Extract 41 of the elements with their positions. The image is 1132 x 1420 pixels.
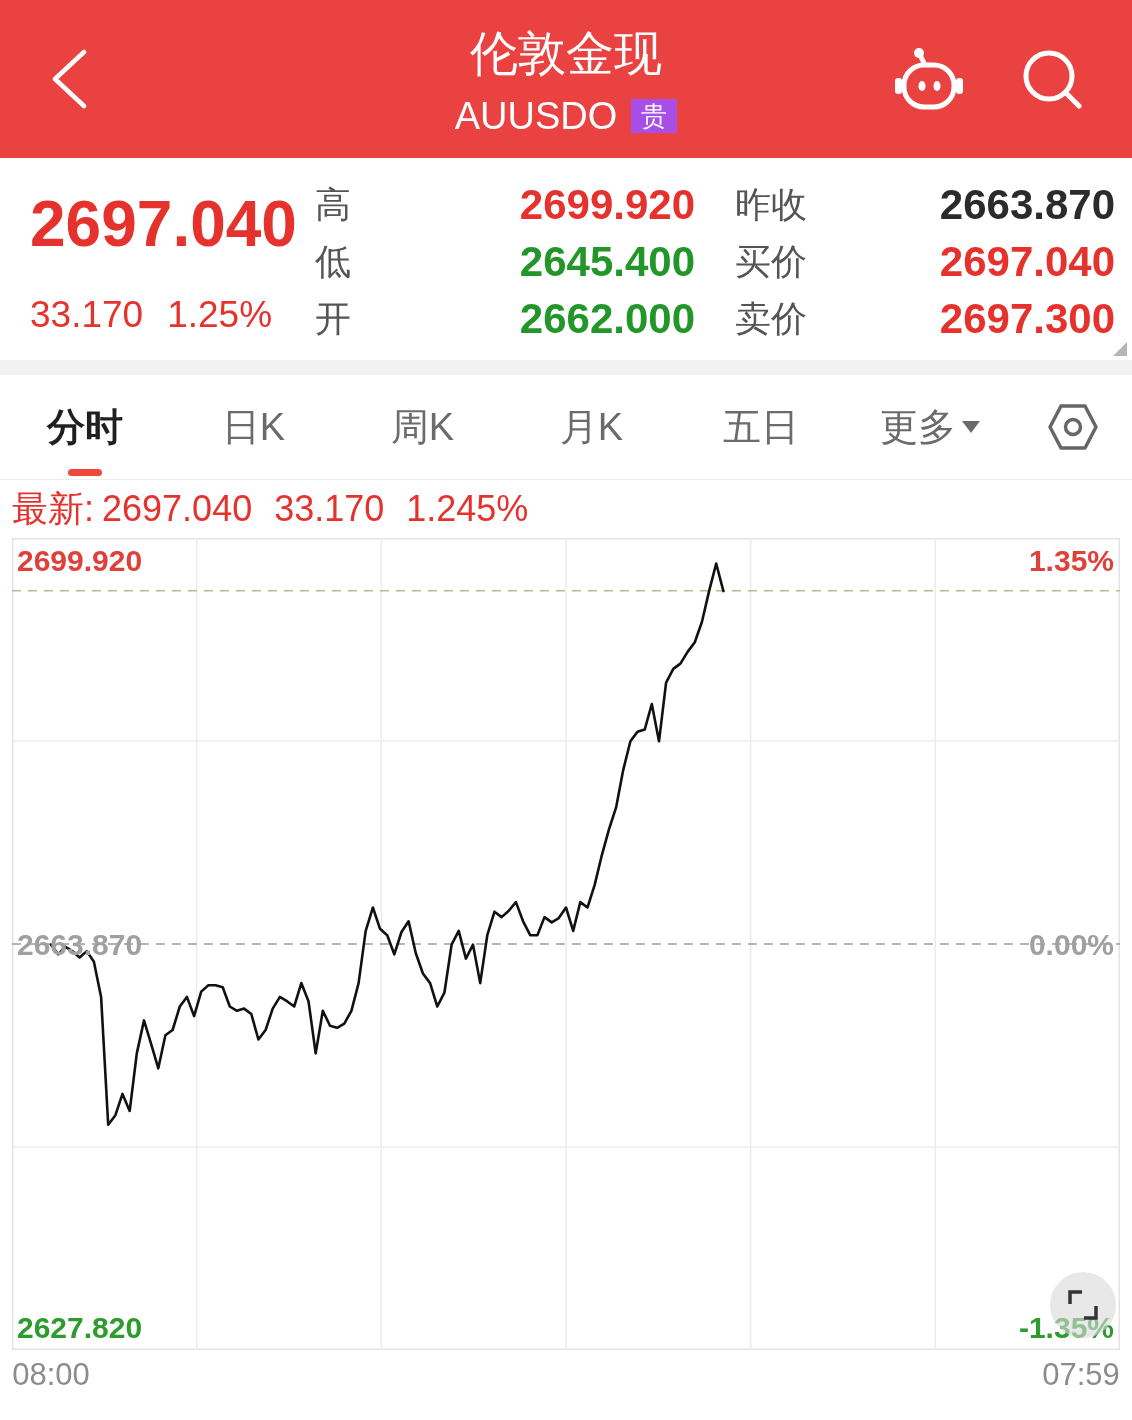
percent-change: 1.25% [167,293,273,337]
stat-value: 2697.040 [938,237,1115,286]
stat-value: 2699.920 [518,180,695,229]
stat-label: 买价 [734,239,808,284]
percent-axis-label: 0.00% [1028,927,1114,961]
period-tab[interactable]: 周K [338,375,507,479]
price-axis-label: 2627.820 [17,1311,143,1345]
latest-price: 2697.040 [102,488,253,530]
page-title: 伦敦金现 [470,26,662,82]
latest-change: 33.170 [274,488,385,530]
stat-label: 开 [315,296,352,341]
stat-label: 低 [315,239,352,284]
time-axis-label: 08:00 [12,1356,90,1392]
stat-label: 昨收 [734,182,808,227]
selected-tab-underline [67,469,102,476]
stat-label: 卖价 [734,296,808,341]
latest-percent: 1.245% [406,488,529,530]
back-icon[interactable] [50,49,88,109]
time-axis-label: 07:59 [1042,1356,1120,1392]
settings-icon[interactable] [1048,404,1098,450]
period-tab[interactable]: 更多 [845,375,1014,479]
percent-axis-label: 1.35% [1028,543,1114,577]
search-icon[interactable] [1022,49,1082,109]
percent-axis-label: -1.35% [1018,1311,1114,1345]
price-change: 33.170 [30,293,144,337]
price-axis-label: 2699.920 [17,543,143,577]
category-badge: 贵 [631,99,678,133]
latest-label: 最新: [12,488,94,530]
stat-value: 2663.870 [938,180,1115,229]
period-tab[interactable]: 五日 [676,375,845,479]
period-tab[interactable]: 日K [169,375,338,479]
period-tab[interactable]: 月K [507,375,676,479]
symbol-code: AUUSDO [454,94,618,138]
stat-value: 2662.000 [518,294,695,343]
corner-triangle-icon [1113,342,1127,356]
robot-icon[interactable] [894,47,964,111]
stat-value: 2645.400 [518,237,695,286]
last-price: 2697.040 [30,188,298,260]
stat-value: 2697.300 [938,294,1115,343]
period-tab[interactable]: 分时 [0,375,169,479]
stat-label: 高 [315,182,352,227]
